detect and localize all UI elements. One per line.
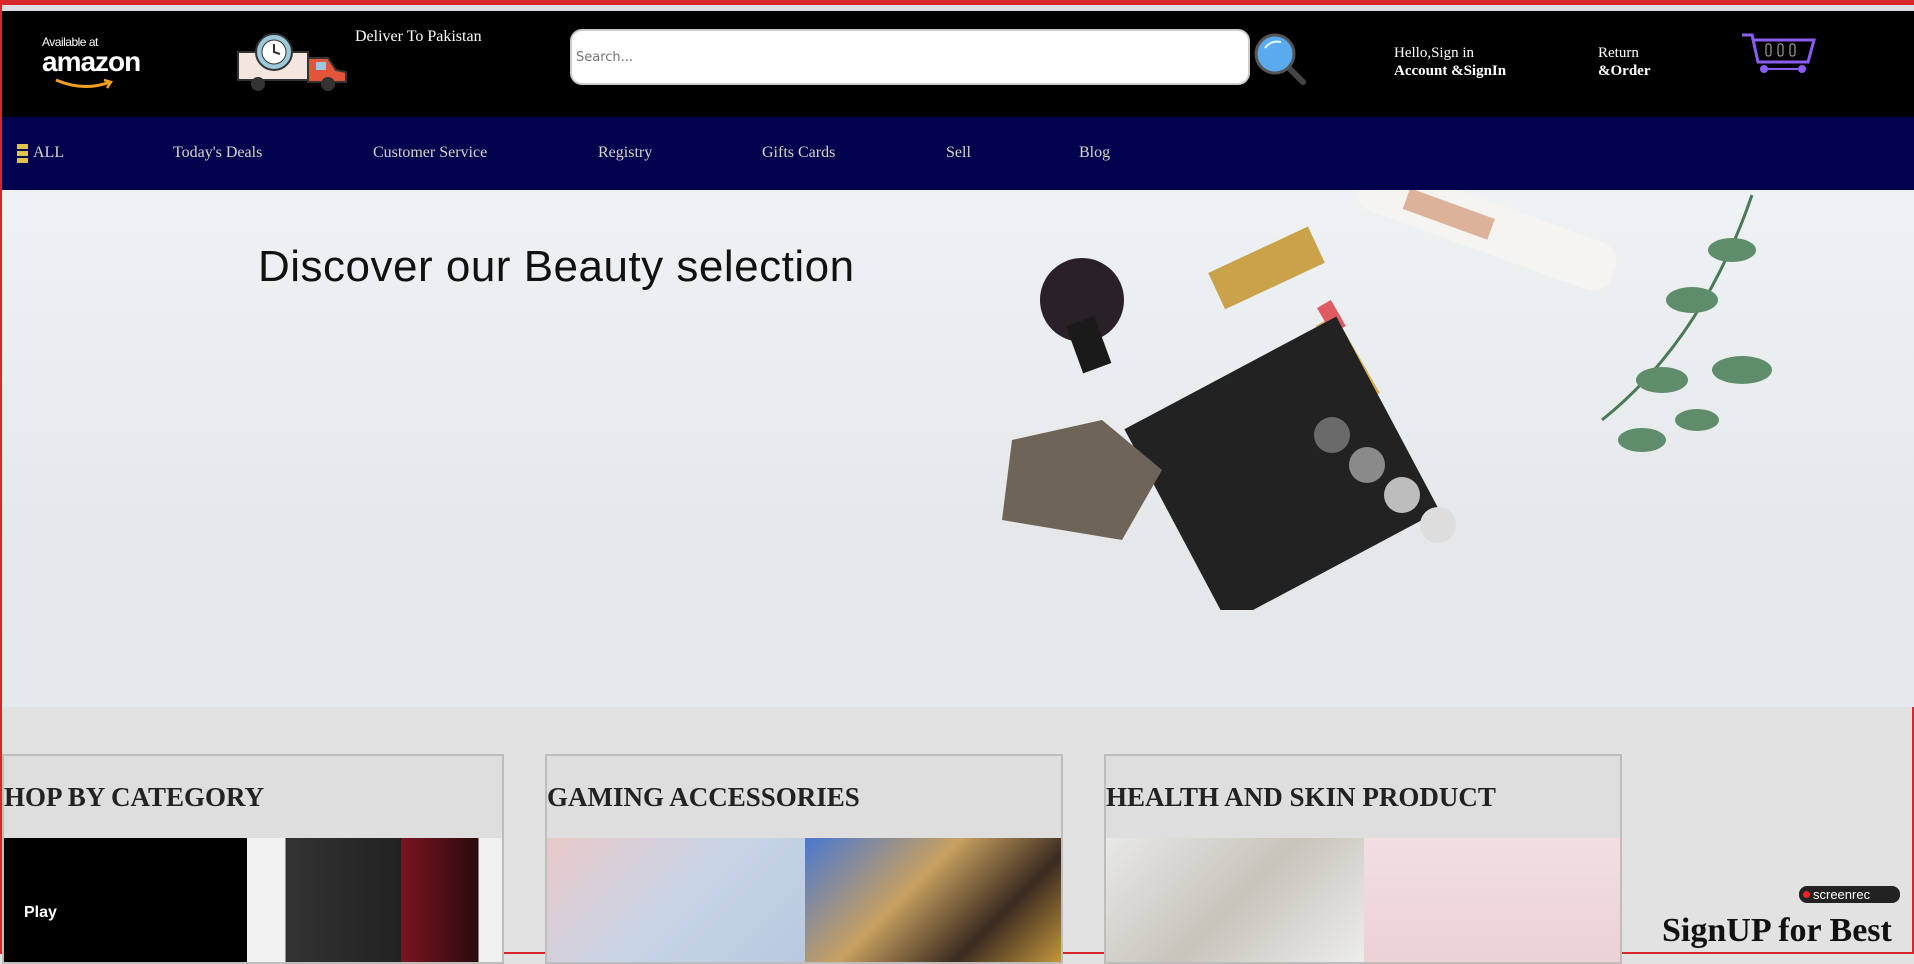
menu-icon[interactable] <box>17 144 28 164</box>
deliver-to-location[interactable]: Deliver To Pakistan <box>355 28 482 46</box>
delivery-truck-icon <box>237 33 347 91</box>
board-game-image <box>805 838 1061 962</box>
screenrec-watermark: screenrec <box>1799 886 1900 903</box>
card-shop-by-category[interactable]: HOP BY CATEGORY <box>2 754 504 964</box>
search-input[interactable] <box>570 29 1250 85</box>
returns-orders-link[interactable]: &Order <box>1598 63 1650 80</box>
nav-customer-service[interactable]: Customer Service <box>373 144 487 162</box>
skincare-image <box>1106 838 1364 962</box>
accessories-image <box>547 838 805 962</box>
card-title: GAMING ACCESSORIES <box>547 782 860 812</box>
returns-label[interactable]: Return <box>1598 45 1639 62</box>
nav-blog[interactable]: Blog <box>1079 144 1110 162</box>
nav-todays-deals[interactable]: Today's Deals <box>173 144 262 162</box>
gamepad-image <box>4 838 247 962</box>
card-title: HOP BY CATEGORY <box>4 782 265 812</box>
card-title: HEALTH AND SKIN PRODUCT <box>1106 782 1496 812</box>
hero-banner[interactable]: Discover our Beauty selection <box>2 190 1914 707</box>
nav-all[interactable]: ALL <box>33 144 64 162</box>
amazon-logo[interactable]: amazon <box>42 46 141 78</box>
hero-title: Discover our Beauty selection <box>258 242 855 291</box>
amazon-smile-icon <box>55 78 113 89</box>
browser-top-strip <box>2 2 1914 11</box>
beauty-products-image <box>1002 190 1772 610</box>
card-gaming-accessories[interactable]: GAMING ACCESSORIES <box>545 754 1063 964</box>
search-icon[interactable] <box>1253 32 1309 86</box>
account-greeting[interactable]: Hello,Sign in <box>1394 45 1474 62</box>
signup-banner-text: SignUP for Best <box>1662 912 1892 949</box>
cart-icon[interactable] <box>1740 32 1820 76</box>
nav-sell[interactable]: Sell <box>946 144 971 162</box>
cosmetics-image <box>1364 838 1620 962</box>
nav-registry[interactable]: Registry <box>598 144 652 162</box>
nav-gift-cards[interactable]: Gifts Cards <box>762 144 835 162</box>
account-signin-link[interactable]: Account &SignIn <box>1394 63 1506 80</box>
gaming-pc-image <box>247 838 502 962</box>
play-button[interactable]: Play <box>24 904 57 922</box>
card-health-and-skin[interactable]: HEALTH AND SKIN PRODUCT <box>1104 754 1622 964</box>
